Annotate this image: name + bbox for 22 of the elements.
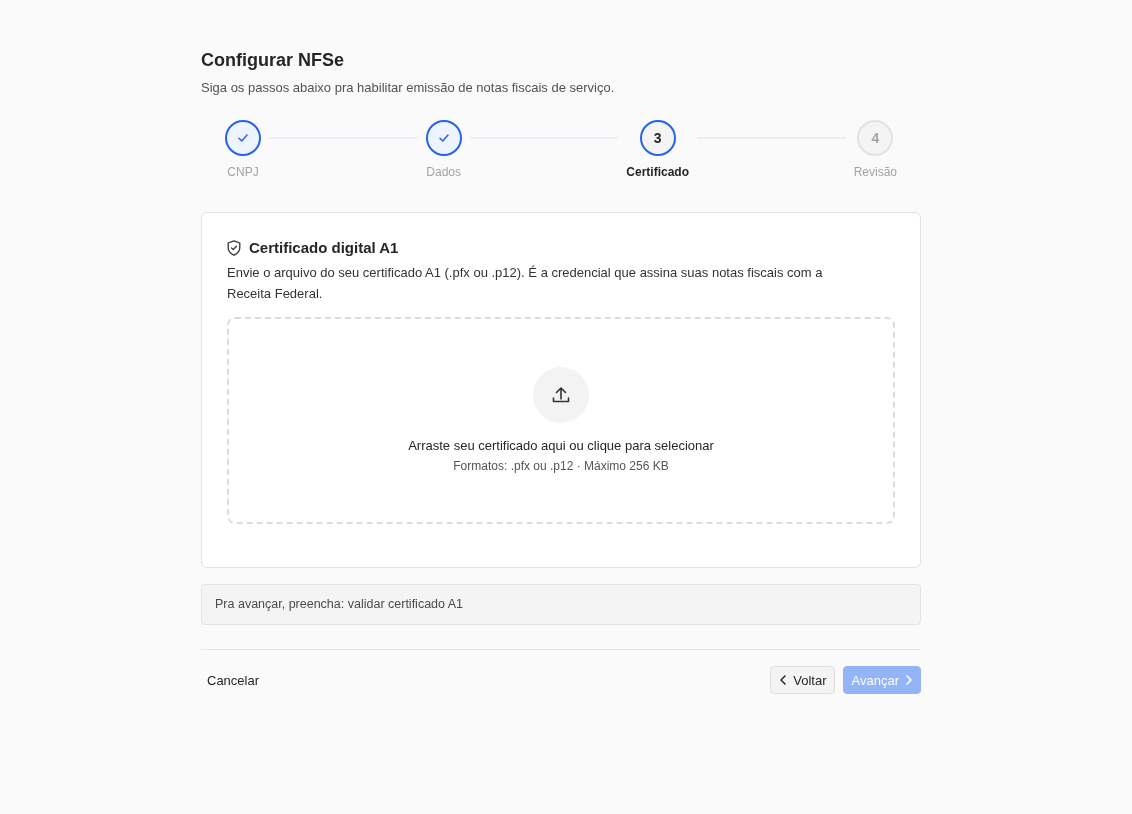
check-icon [238,134,248,142]
chevron-left-icon [779,675,788,685]
notice-banner: Pra avançar, preencha: validar certificado A1 [201,584,921,625]
page-title: Configurar NFSe [201,49,344,72]
step-label: Revisão [853,165,897,179]
chevron-right-icon [905,675,913,685]
cancel-button[interactable]: Cancelar [201,667,266,693]
card-description: Envie o arquivo do seu certificado A1 (.pfx ou .p12). É a credencial que assina suas notas fiscais com a Receita Federal. [227,264,824,303]
step-label: Dados [426,165,461,179]
step-label: Certificado [626,165,689,179]
step-label: CNPJ [227,165,259,179]
back-button[interactable]: Voltar [770,666,835,694]
dropzone-hint: Formatos: .pfx ou .p12 · Máximo 256 KB [453,458,669,474]
upload-icon [533,367,589,423]
shield-check-icon [227,240,241,256]
step-circle: 4 [857,120,894,156]
file-dropzone[interactable]: Arraste seu certificado aqui ou clique para selecionar Formatos: .pfx ou .p12 · Máximo 256 KB [227,317,895,524]
check-icon [438,134,449,142]
step-circle: 3 [639,120,676,156]
page-subtitle: Siga os passos abaixo pra habilitar emissão de notas fiscais de serviço. [201,79,615,97]
card-title: Certificado digital A1 [249,238,399,258]
dropzone-prompt: Arraste seu certificado aqui ou clique para selecionar [408,437,714,455]
